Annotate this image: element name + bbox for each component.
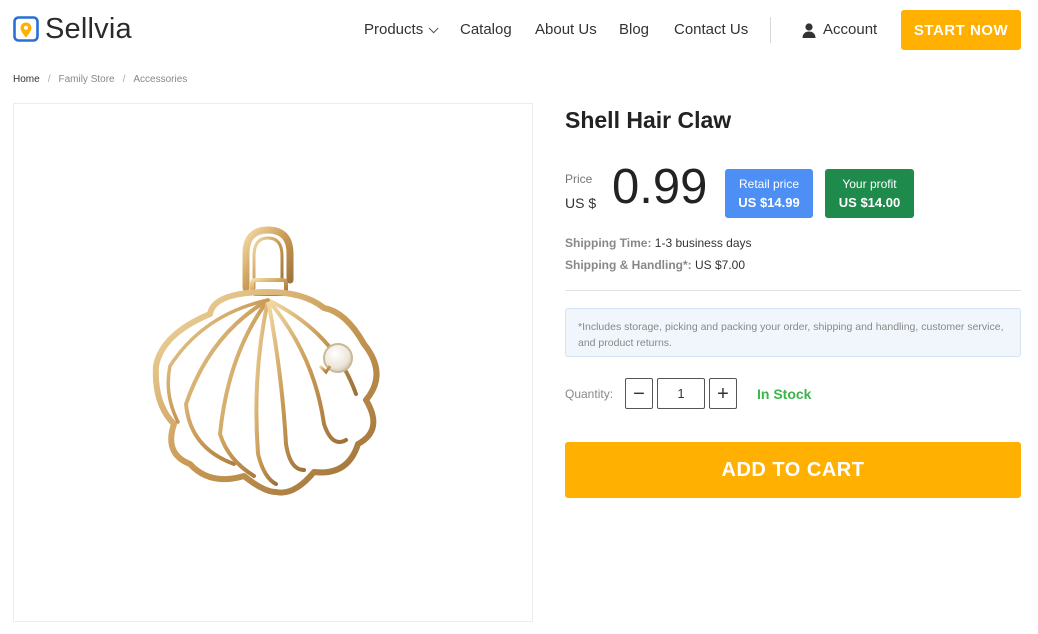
nav-contact-us[interactable]: Contact Us [674,21,748,39]
minus-icon: − [633,382,645,405]
quantity-input[interactable] [657,378,705,409]
nav-products[interactable]: Products [364,21,439,39]
nav-about-us[interactable]: About Us [535,21,597,39]
product-title: Shell Hair Claw [565,107,732,133]
site-header: Sellvia Products Catalog About Us Blog C… [0,0,1038,62]
plus-icon: + [717,382,729,405]
retail-price-value: US $14.99 [738,195,800,210]
price-currency: US $ [565,195,597,211]
shipping-time: Shipping Time: 1-3 business days [565,236,752,250]
price-label: Price [565,172,593,186]
shipping-handling: Shipping & Handling*: US $7.00 [565,258,745,272]
breadcrumb-family-store[interactable]: Family Store [58,74,114,85]
account-link[interactable]: Account [802,21,877,39]
shell-hair-claw-image [152,226,380,498]
nav-blog[interactable]: Blog [619,21,649,39]
shipping-handling-label: Shipping & Handling*: [565,258,692,272]
quantity-decrease-button[interactable]: − [625,378,653,409]
product-image[interactable] [13,103,533,622]
quantity-label: Quantity: [565,387,614,401]
logo-text: Sellvia [45,13,132,45]
nav-catalog[interactable]: Catalog [460,21,512,39]
retail-price-badge: Retail price US $14.99 [725,169,813,218]
user-icon [802,22,816,38]
add-to-cart-button[interactable]: ADD TO CART [565,442,1021,498]
profit-label: Your profit [842,177,897,191]
price-value: 0.99 [612,160,708,214]
stock-status: In Stock [757,386,812,402]
shipping-time-label: Shipping Time: [565,236,652,250]
retail-price-label: Retail price [738,177,800,191]
breadcrumb-home[interactable]: Home [13,74,40,85]
breadcrumb-separator: / [47,74,51,85]
breadcrumb-separator: / [122,74,126,85]
nav-divider [770,17,771,43]
location-pin-icon [13,15,39,42]
account-label: Account [823,21,878,38]
quantity-increase-button[interactable]: + [709,378,737,409]
shipping-handling-value: US $7.00 [695,258,746,272]
profit-value: US $14.00 [838,195,901,210]
shipping-time-value: 1-3 business days [654,236,752,250]
profit-badge: Your profit US $14.00 [825,169,914,218]
nav-products-label: Products [364,21,424,38]
breadcrumb: Home / Family Store / Accessories [13,74,187,85]
start-now-button[interactable]: START NOW [901,10,1021,50]
logo[interactable]: Sellvia [13,15,132,44]
shipping-note: *Includes storage, picking and packing y… [565,308,1021,357]
chevron-down-icon [428,23,439,34]
breadcrumb-accessories[interactable]: Accessories [133,74,187,85]
divider [565,290,1021,291]
